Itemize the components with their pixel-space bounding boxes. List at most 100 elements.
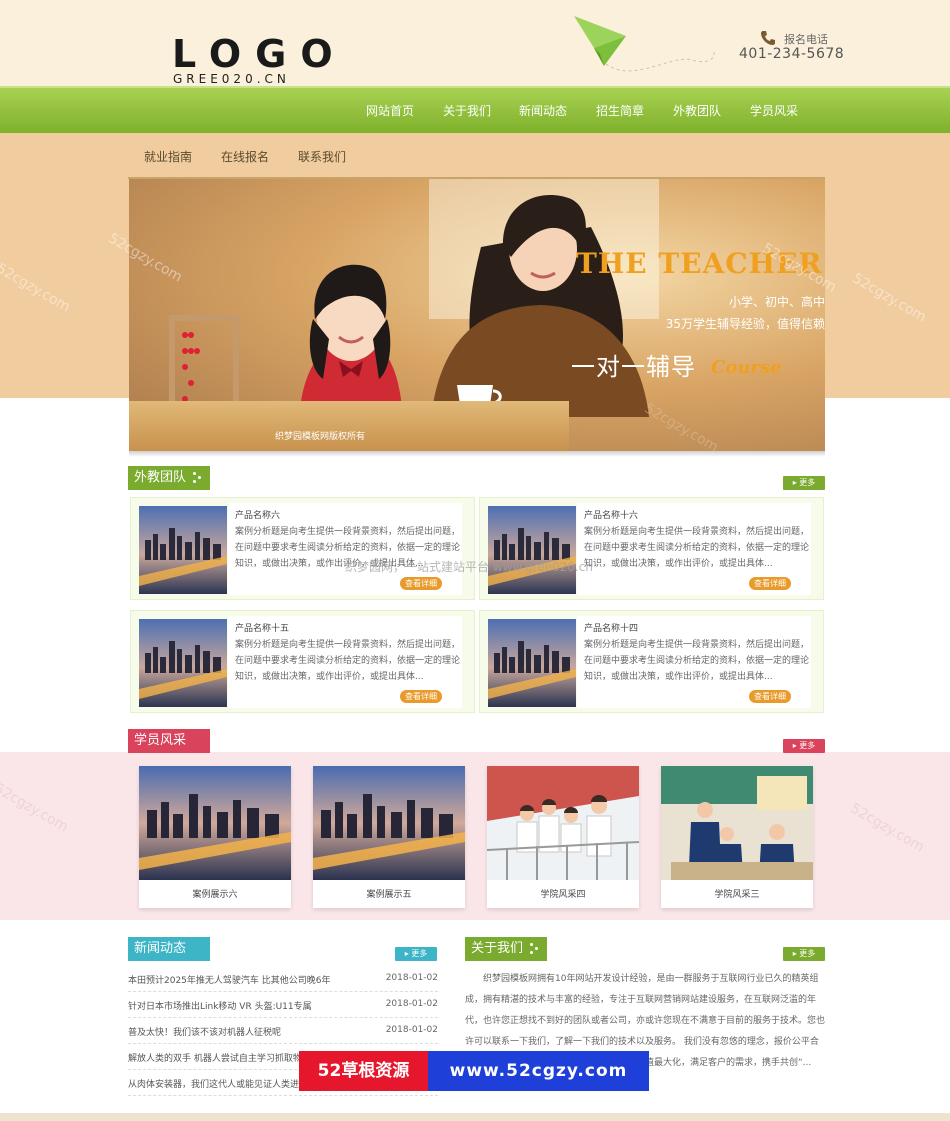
subnav-item-contact[interactable]: 联系我们 [298,148,346,165]
more-button[interactable]: ▸ 更多 [783,476,825,490]
phone-icon [761,31,775,45]
card-thumbnail[interactable] [139,619,227,707]
paper-plane-icon [574,16,715,72]
news-item[interactable]: 针对日本市场推出Link移动 VR 头盔:U11专属 2018-01-02 [128,992,438,1018]
more-label: 更多 [799,478,816,487]
nav-item-about[interactable]: 关于我们 [443,102,491,119]
logo[interactable]: LOGO [172,34,347,74]
dots-icon [530,943,540,955]
student-photo-card[interactable]: 学院风采三 [661,766,813,908]
teacher-figure [431,195,649,417]
subnav-item-career[interactable]: 就业指南 [144,148,192,165]
photo-caption[interactable]: 学院风采四 [487,887,639,900]
more-button[interactable]: ▸ 更多 [395,947,437,961]
photo-caption[interactable]: 学院风采三 [661,887,813,900]
main-nav: 网站首页 关于我们 新闻动态 招生简章 外教团队 学员风采 [0,86,950,133]
student-figure [299,264,403,419]
student-photo-card[interactable]: 案例展示五 [313,766,465,908]
city-skyline-image [139,619,227,707]
city-skyline-image [313,766,465,880]
nav-item-teachers[interactable]: 外教团队 [673,102,721,119]
section-title-text: 外教团队 [134,470,187,485]
teacher-card[interactable]: 产品名称十六 案例分析题是向考生提供一段背景资料，然后提出问题，在问题中要求考生… [479,497,824,600]
promo-overlay: 52草根资源 www.52cgzy.com [299,1051,649,1091]
nav-item-home[interactable]: 网站首页 [366,102,414,119]
teacher-card[interactable]: 产品名称十五 案例分析题是向考生提供一段背景资料，然后提出问题，在问题中要求考生… [130,610,475,713]
classroom-image [661,766,813,880]
hero-banner[interactable]: THE TEACHER 小学、初中、高中 35万学生辅导经验，值得信赖 一对一辅… [129,179,825,451]
banner-caption: 织梦园模板网版权所有 [275,432,366,442]
section-title-teachers: 外教团队 [128,466,211,490]
section-title-news: 新闻动态 [128,937,211,961]
student-photo-card[interactable]: 案例展示六 [139,766,291,908]
photo[interactable] [313,766,465,880]
card-name[interactable]: 产品名称十五 [235,621,289,634]
news-date: 2018-01-02 [385,973,438,983]
more-button[interactable]: ▸ 更多 [783,947,825,961]
banner-shadow [129,451,825,457]
card-name[interactable]: 产品名称十六 [584,508,638,521]
nav-item-students[interactable]: 学员风采 [750,102,798,119]
nav-item-admissions[interactable]: 招生简章 [596,102,644,119]
teacher-card[interactable]: 产品名称六 案例分析题是向考生提供一段背景资料，然后提出问题，在问题中要求考生阅… [130,497,475,600]
news-title[interactable]: 从肉体安装器，我们这代人或能见证人类进化 [128,1077,308,1090]
card-thumbnail[interactable] [139,506,227,594]
section-title-about: 关于我们 [465,937,548,961]
desk [129,401,569,451]
photo-caption[interactable]: 案例展示六 [139,887,291,900]
site-header: LOGO GREE020.CN 报名电话 401-234-5678 [0,0,950,88]
city-skyline-image [488,619,576,707]
phone-number: 401-234-5678 [739,46,845,62]
nav-item-news[interactable]: 新闻动态 [519,102,567,119]
city-skyline-image [139,506,227,594]
detail-button[interactable]: 查看详细 [400,690,442,703]
promo-right: www.52cgzy.com [428,1051,649,1091]
news-date: 2018-01-02 [385,999,438,1009]
student-photo-card[interactable]: 学院风采四 [487,766,639,908]
news-date: 2018-01-02 [385,1025,438,1035]
news-item[interactable]: 普及太快！我们该不该对机器人征税呢 2018-01-02 [128,1018,438,1044]
phone-label: 报名电话 [784,33,828,46]
section-title-text: 学员风采 [134,733,187,748]
dots-icon [193,472,203,484]
card-thumbnail[interactable] [488,506,576,594]
footer-strip [0,1113,950,1121]
news-title[interactable]: 针对日本市场推出Link移动 VR 头盔:U11专属 [128,999,312,1012]
photo-caption[interactable]: 案例展示五 [313,887,465,900]
subnav-item-signup[interactable]: 在线报名 [221,148,269,165]
card-description: 案例分析题是向考生提供一段背景资料，然后提出问题，在问题中要求考生阅读分析给定的… [584,640,810,682]
news-title[interactable]: 普及太快！我们该不该对机器人征税呢 [128,1025,281,1038]
card-name[interactable]: 产品名称六 [235,508,280,521]
city-skyline-image [488,506,576,594]
detail-button[interactable]: 查看详细 [749,577,791,590]
promo-left: 52草根资源 [299,1051,428,1091]
banner-slogan: 一对一辅导 [571,353,696,381]
teacher-card[interactable]: 产品名称十四 案例分析题是向考生提供一段背景资料，然后提出问题，在问题中要求考生… [479,610,824,713]
card-name[interactable]: 产品名称十四 [584,621,638,634]
detail-button[interactable]: 查看详细 [400,577,442,590]
banner-course: Course [711,357,782,378]
more-button[interactable]: ▸ 更多 [783,739,825,753]
students-group-image [487,766,639,880]
more-label: 更多 [411,949,428,958]
more-label: 更多 [799,741,816,750]
photo[interactable] [661,766,813,880]
news-title[interactable]: 本田预计2025年推无人驾驶汽车 比其他公司晚6年 [128,973,331,986]
logo-domain: GREE020.CN [173,72,290,86]
photo[interactable] [487,766,639,880]
photo[interactable] [139,766,291,880]
card-description: 案例分析题是向考生提供一段背景资料，然后提出问题，在问题中要求考生阅读分析给定的… [235,640,461,682]
banner-subtitle-2: 35万学生辅导经验，值得信赖 [665,317,825,331]
news-item[interactable]: 本田预计2025年推无人驾驶汽车 比其他公司晚6年 2018-01-02 [128,966,438,992]
detail-button[interactable]: 查看详细 [749,690,791,703]
card-description: 案例分析题是向考生提供一段背景资料，然后提出问题，在问题中要求考生阅读分析给定的… [584,527,810,569]
section-title-text: 关于我们 [471,941,524,956]
city-skyline-image [139,766,291,880]
section-title-students: 学员风采 [128,729,211,753]
banner-subtitle-1: 小学、初中、高中 [728,295,825,309]
watermark-center: 织梦园网，一站式建站平台 www.gree020.cn [345,560,593,574]
more-label: 更多 [799,949,816,958]
section-title-text: 新闻动态 [134,941,187,956]
news-title[interactable]: 解放人类的双手 机器人尝试自主学习抓取物体 [128,1051,311,1064]
card-thumbnail[interactable] [488,619,576,707]
